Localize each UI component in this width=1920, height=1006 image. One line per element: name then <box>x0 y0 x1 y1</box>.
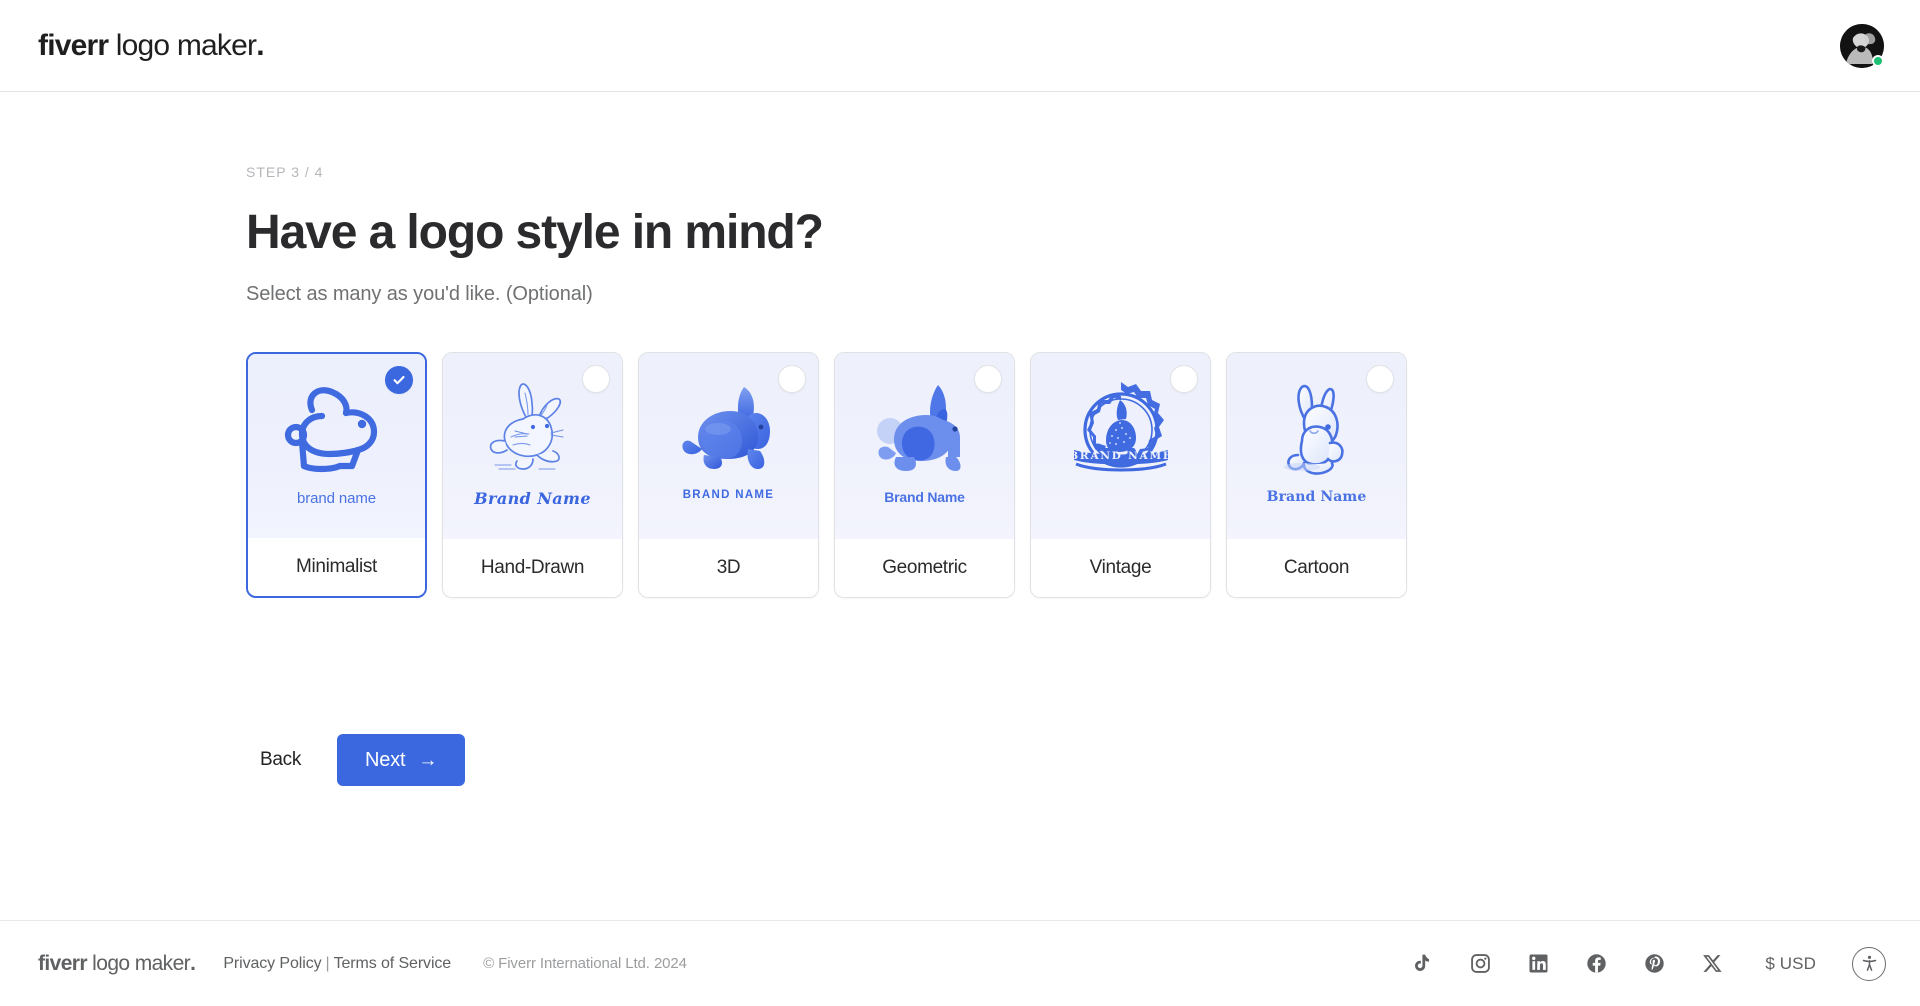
social-links <box>1409 951 1725 977</box>
terms-of-service-link[interactable]: Terms of Service <box>334 955 452 972</box>
app-footer: fiverr logo maker. Privacy Policy | Terms … <box>0 920 1920 1006</box>
header-logo-dot: . <box>256 28 264 62</box>
style-card-hand-drawn-brandtext: Brand Name <box>474 488 591 508</box>
style-card-hand-drawn[interactable]: Brand Name Hand-Drawn <box>442 351 623 598</box>
style-card-vintage-radio[interactable] <box>1170 364 1198 393</box>
footer-link-separator: | <box>325 954 330 972</box>
style-card-cartoon-radio[interactable] <box>1366 364 1394 393</box>
footer-copyright: © Fiverr International Ltd. 2024 <box>483 955 687 972</box>
pinterest-icon[interactable] <box>1641 951 1667 977</box>
style-card-vintage[interactable]: BRAND NAME BRAND NAME Vintage <box>1030 351 1211 598</box>
header-logo-bold: fiverr <box>38 28 109 62</box>
arrow-right-icon: → <box>418 749 438 771</box>
style-card-3d-label: 3D <box>639 538 818 597</box>
header-logo-light: logo maker <box>108 28 257 62</box>
header-logo[interactable]: fiverr logo maker. <box>38 28 265 63</box>
page-title: Have a logo style in mind? <box>246 206 824 259</box>
next-button-label: Next <box>365 748 406 771</box>
vintage-brand-text: BRAND NAME <box>1069 450 1172 462</box>
rabbit-sketch-icon <box>467 377 599 485</box>
style-card-3d-radio[interactable] <box>778 364 806 393</box>
style-card-cartoon[interactable]: Brand Name Cartoon <box>1226 351 1407 598</box>
style-card-minimalist-radio[interactable] <box>385 365 413 394</box>
footer-logo-bold: fiverr <box>38 951 88 975</box>
style-card-geometric-radio[interactable] <box>974 364 1002 393</box>
step-indicator: STEP 3 / 4 <box>246 164 324 180</box>
rabbit-3d-icon <box>663 377 795 485</box>
back-button[interactable]: Back <box>246 737 315 783</box>
rabbit-line-art-icon <box>271 378 403 486</box>
instagram-icon[interactable] <box>1467 951 1493 977</box>
style-card-cartoon-brandtext: Brand Name <box>1266 488 1367 505</box>
footer-logo-light: logo maker <box>86 951 191 975</box>
footer-links: Privacy Policy | Terms of Service <box>223 955 451 973</box>
style-card-list: brand name Minimalist Brand Name Hand-Dr… <box>246 351 1920 598</box>
style-card-minimalist-label: Minimalist <box>248 537 425 596</box>
style-card-3d-brandtext: BRAND NAME <box>682 488 775 501</box>
avatar-status-dot <box>1872 54 1884 67</box>
page-subtitle: Select as many as you'd like. (Optional) <box>246 282 593 305</box>
style-card-cartoon-label: Cartoon <box>1227 538 1406 597</box>
footer-logo[interactable]: fiverr logo maker. <box>38 951 196 976</box>
avatar[interactable] <box>1840 23 1884 68</box>
rabbit-cartoon-icon <box>1251 377 1383 485</box>
rabbit-vintage-badge-icon: BRAND NAME <box>1055 377 1187 485</box>
rabbit-geometric-icon <box>859 377 991 485</box>
style-card-hand-drawn-radio[interactable] <box>582 364 610 393</box>
app-root: fiverr logo maker. STEP 3 / 4 Have a log… <box>0 0 1920 1006</box>
currency-selector[interactable]: $ USD <box>1765 954 1816 974</box>
tiktok-icon[interactable] <box>1409 951 1435 977</box>
app-header: fiverr logo maker. <box>0 0 1920 92</box>
style-card-vintage-label: Vintage <box>1031 538 1210 597</box>
facebook-icon[interactable] <box>1583 951 1609 977</box>
style-card-hand-drawn-label: Hand-Drawn <box>443 538 622 597</box>
style-card-geometric-label: Geometric <box>835 538 1014 597</box>
x-icon[interactable] <box>1699 951 1725 977</box>
footer-logo-dot: . <box>190 951 196 975</box>
next-button[interactable]: Next → <box>337 734 466 786</box>
style-card-geometric[interactable]: Brand Name Geometric <box>834 351 1015 598</box>
check-icon <box>393 375 405 385</box>
style-card-minimalist[interactable]: brand name Minimalist <box>246 351 427 598</box>
linkedin-icon[interactable] <box>1525 951 1551 977</box>
style-card-minimalist-brandtext: brand name <box>296 489 377 507</box>
wizard-actions: Back Next → <box>246 734 466 786</box>
privacy-policy-link[interactable]: Privacy Policy <box>223 955 321 972</box>
style-card-3d[interactable]: BRAND NAME 3D <box>638 351 819 598</box>
accessibility-icon[interactable] <box>1852 946 1886 981</box>
style-card-geometric-brandtext: Brand Name <box>884 488 965 505</box>
main-content: STEP 3 / 4 Have a logo style in mind? Se… <box>0 92 1920 920</box>
